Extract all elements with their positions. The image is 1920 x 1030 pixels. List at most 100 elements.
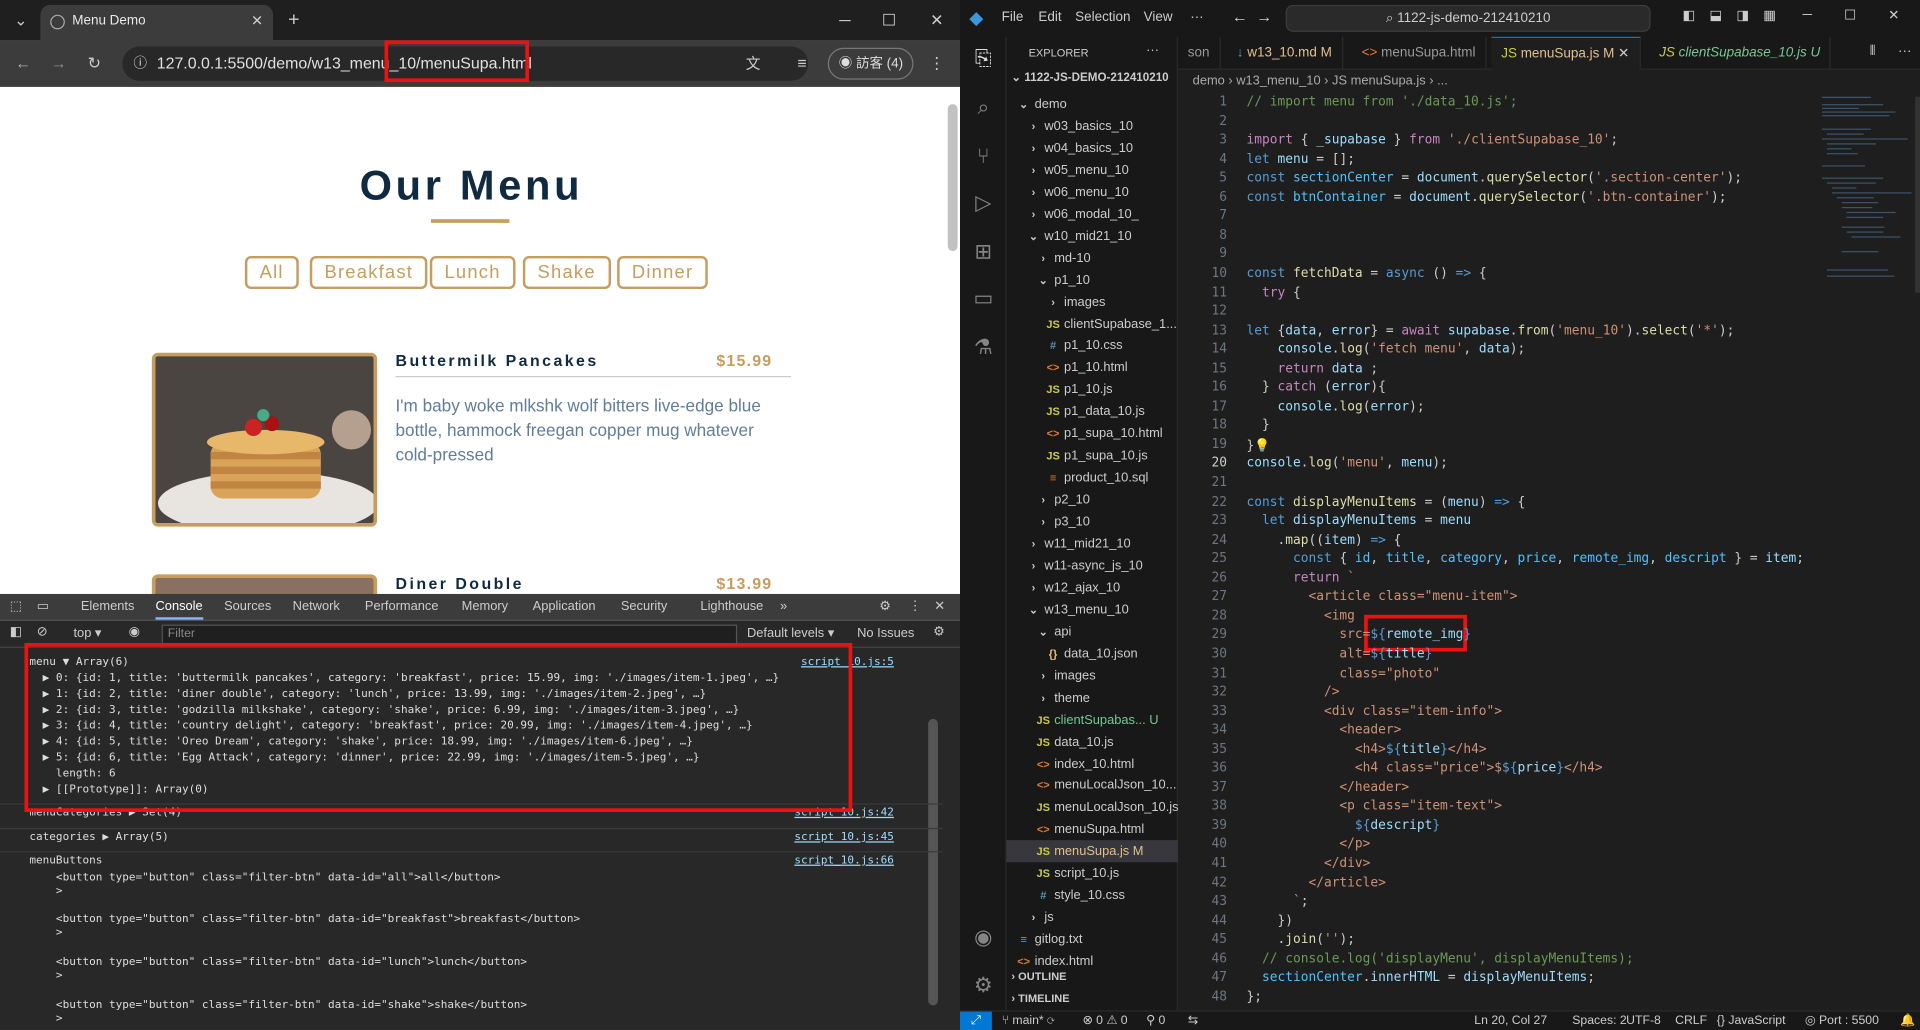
translate-icon[interactable]: 文: [735, 45, 772, 82]
tree-item[interactable]: <> p1_10.html: [1007, 357, 1178, 379]
tree-item[interactable]: JS clientSupabas... U: [1007, 709, 1178, 731]
new-tab-icon[interactable]: +: [276, 2, 313, 39]
account-icon[interactable]: ◉: [971, 926, 995, 950]
close-icon[interactable]: ✕: [1888, 7, 1899, 24]
tree-item[interactable]: JS script_10.js: [1007, 862, 1178, 884]
filter-lunch-button[interactable]: Lunch: [429, 255, 516, 290]
console-source-link[interactable]: script_10.js:45: [794, 832, 894, 844]
tree-item[interactable]: › md-10: [1007, 247, 1178, 269]
sidebar-toggle-icon[interactable]: ◧: [10, 625, 22, 640]
source-control-icon[interactable]: ⑂: [971, 145, 995, 169]
tree-item[interactable]: › w12_ajax_10: [1007, 577, 1178, 599]
indentation[interactable]: Spaces: 2: [1572, 1012, 1626, 1030]
toggle-panel-icon[interactable]: ⬓: [1709, 7, 1722, 24]
line-endings[interactable]: CRLF: [1675, 1012, 1707, 1030]
branch-indicator[interactable]: ⑂ main* ⟳: [1002, 1012, 1055, 1030]
tab-application[interactable]: Application: [533, 599, 596, 614]
tree-item[interactable]: › w11-async_js_10: [1007, 555, 1178, 577]
explorer-icon[interactable]: ⎘: [971, 47, 995, 71]
tree-item[interactable]: › images: [1007, 291, 1178, 313]
eye-icon[interactable]: ◉: [129, 625, 140, 640]
nav-forward-icon[interactable]: →: [1256, 7, 1272, 25]
filter-breakfast-button[interactable]: Breakfast: [309, 255, 428, 290]
menu-selection[interactable]: Selection: [1075, 10, 1130, 25]
close-icon[interactable]: ✕: [1618, 47, 1629, 62]
tree-item[interactable]: <> p1_supa_10.html: [1007, 423, 1178, 445]
tree-item[interactable]: ⌄ p1_10: [1007, 269, 1178, 291]
tree-item[interactable]: › p3_10: [1007, 511, 1178, 533]
minimize-icon[interactable]: ─: [1802, 7, 1812, 22]
manage-gear-icon[interactable]: ⚙: [971, 974, 995, 998]
tree-item[interactable]: › theme: [1007, 687, 1178, 709]
close-tab-icon[interactable]: ✕: [251, 5, 263, 38]
layout-icon[interactable]: ▦: [1763, 7, 1776, 24]
minimize-icon[interactable]: ─: [827, 2, 864, 39]
code-editor[interactable]: 1// import menu from './data_10.js'; 2 3 im…: [1178, 92, 1815, 1011]
remote-indicator-icon[interactable]: ⤢: [960, 1011, 992, 1030]
tree-item[interactable]: JS p1_supa_10.js: [1007, 445, 1178, 467]
tree-item[interactable]: › js: [1007, 906, 1178, 928]
editor-tab-active[interactable]: JS menuSupa.js M ✕: [1491, 36, 1641, 70]
nav-back-icon[interactable]: ←: [1232, 7, 1248, 25]
menu-file[interactable]: File: [1002, 10, 1024, 25]
tree-item[interactable]: › p2_10: [1007, 489, 1178, 511]
tree-item[interactable]: JS p1_10.js: [1007, 379, 1178, 401]
editor-tab[interactable]: ↓ w13_10.md M: [1227, 36, 1343, 70]
tree-item[interactable]: › w06_modal_10_: [1007, 203, 1178, 225]
back-icon[interactable]: ←: [5, 45, 42, 82]
tab-security[interactable]: Security: [621, 599, 667, 614]
tree-item[interactable]: ≡ gitlog.txt: [1007, 928, 1178, 950]
tree-item[interactable]: JS data_10.js: [1007, 731, 1178, 753]
menu-view[interactable]: View: [1144, 10, 1173, 25]
editor-tab[interactable]: son: [1178, 36, 1221, 70]
search-icon[interactable]: ⌕: [971, 96, 995, 120]
tree-item[interactable]: {} data_10.json: [1007, 643, 1178, 665]
editor-tab[interactable]: <> menuSupa.html: [1352, 36, 1487, 70]
log-levels-select[interactable]: Default levels ▾: [747, 626, 834, 641]
tree-item[interactable]: <> menuSupa.html: [1007, 819, 1178, 841]
console-source-link[interactable]: script_10.js:66: [794, 855, 894, 867]
tab-console[interactable]: Console: [155, 599, 203, 620]
tree-item[interactable]: JS clientSupabase_1...: [1007, 313, 1178, 335]
kebab-menu-icon[interactable]: ⋮: [918, 45, 955, 82]
toggle-secondary-sidebar-icon[interactable]: ◨: [1736, 7, 1749, 24]
filter-shake-button[interactable]: Shake: [522, 255, 611, 290]
settings-gear-icon[interactable]: ⚙: [879, 599, 891, 614]
tree-item[interactable]: › w04_basics_10: [1007, 137, 1178, 159]
tab-elements[interactable]: Elements: [81, 599, 135, 614]
tree-item[interactable]: ⌄ w10_mid21_10: [1007, 225, 1178, 247]
problems-indicator[interactable]: ⊗ 0 ⚠ 0: [1082, 1012, 1127, 1030]
minimap[interactable]: [1817, 91, 1920, 1011]
inspect-icon[interactable]: ⬚: [10, 599, 22, 614]
tree-item[interactable]: JS menuSupa.js M: [1006, 840, 1178, 863]
close-devtools-icon[interactable]: ✕: [934, 599, 945, 614]
tree-item[interactable]: JS p1_data_10.js: [1007, 401, 1178, 423]
media-icon[interactable]: ≡: [784, 45, 821, 82]
filter-dinner-button[interactable]: Dinner: [617, 255, 708, 290]
clear-console-icon[interactable]: ⊘: [37, 625, 48, 640]
tab-search-icon[interactable]: ⌄: [2, 2, 39, 39]
device-toggle-icon[interactable]: ▭: [37, 599, 49, 614]
tree-item[interactable]: › w11_mid21_10: [1007, 533, 1178, 555]
tab-sources[interactable]: Sources: [224, 599, 271, 614]
notifications-bell-icon[interactable]: 🔔: [1900, 1012, 1915, 1030]
console-filter-input[interactable]: Filter: [161, 624, 738, 645]
tree-item[interactable]: # style_10.css: [1007, 884, 1178, 906]
console-settings-icon[interactable]: ⚙: [933, 625, 945, 640]
explorer-more-icon[interactable]: ···: [1146, 43, 1159, 58]
tab-network[interactable]: Network: [293, 599, 340, 614]
forward-icon[interactable]: →: [40, 45, 77, 82]
tree-item[interactable]: › w06_menu_10: [1007, 181, 1178, 203]
profile-button[interactable]: ◉ 訪客 (4): [827, 47, 914, 80]
split-editor-icon[interactable]: ⫴: [1870, 44, 1876, 60]
maximize-icon[interactable]: ☐: [871, 2, 908, 39]
tree-item[interactable]: <> menuLocalJson_10...: [1007, 775, 1178, 797]
language-mode[interactable]: {} JavaScript: [1717, 1012, 1786, 1030]
live-share-icon[interactable]: ⇆: [1188, 1012, 1198, 1030]
tree-item[interactable]: ⌄ demo: [1007, 93, 1178, 115]
ports-indicator[interactable]: ⚲ 0: [1146, 1012, 1165, 1030]
extensions-icon[interactable]: ⊞: [971, 240, 995, 264]
tree-item[interactable]: ⌄ api: [1007, 621, 1178, 643]
close-window-icon[interactable]: ✕: [918, 2, 955, 39]
editor-tab[interactable]: JS clientSupabase_10.js U: [1649, 36, 1832, 70]
